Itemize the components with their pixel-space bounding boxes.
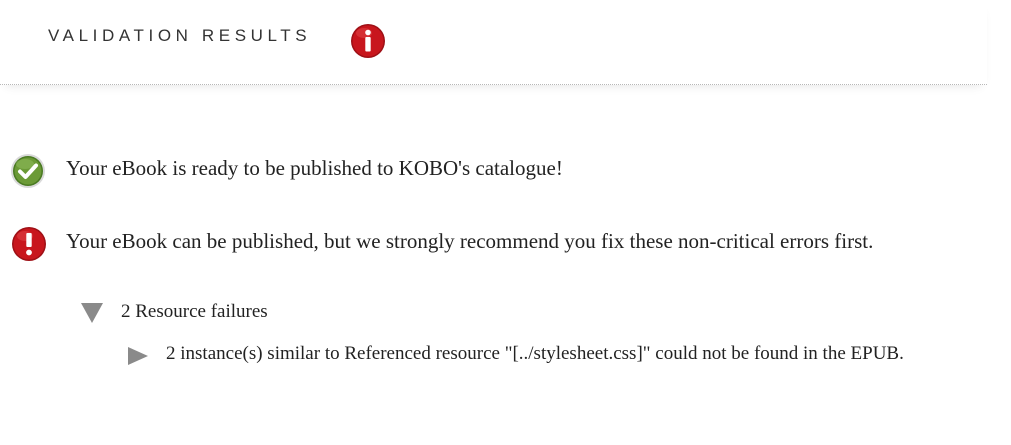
page-title: VALIDATION RESULTS	[48, 26, 312, 45]
triangle-right-icon[interactable]	[127, 346, 149, 366]
success-message: Your eBook is ready to be published to K…	[66, 156, 563, 180]
resource-failure-detail[interactable]: 2 instance(s) similar to Referenced reso…	[166, 343, 966, 365]
resource-failures-label[interactable]: 2 Resource failures	[121, 301, 268, 323]
check-circle-icon	[11, 154, 45, 188]
warning-message: Your eBook can be published, but we stro…	[66, 229, 874, 253]
triangle-down-icon[interactable]	[80, 302, 104, 324]
validation-header: VALIDATION RESULTS	[0, 0, 987, 85]
exclamation-circle-icon	[12, 227, 46, 261]
info-icon[interactable]	[350, 23, 386, 59]
